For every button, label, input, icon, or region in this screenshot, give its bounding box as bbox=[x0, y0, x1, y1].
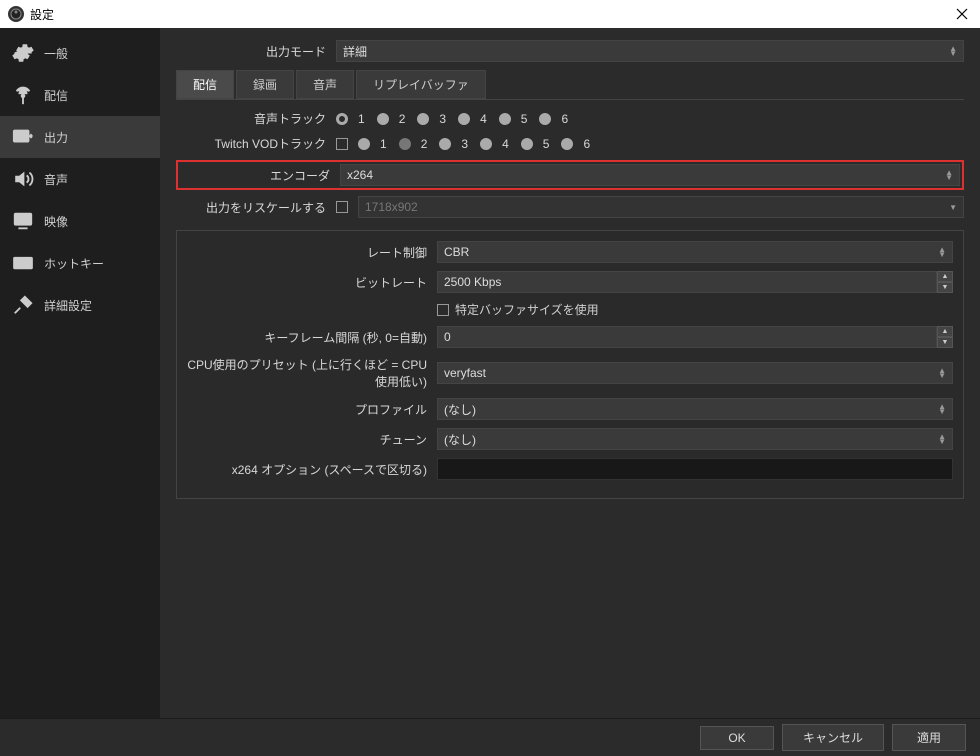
tab-record[interactable]: 録画 bbox=[236, 70, 294, 99]
sidebar-item-label: 詳細設定 bbox=[44, 297, 92, 314]
chevron-updown-icon: ▲▼ bbox=[938, 434, 946, 444]
rate-control-select[interactable]: CBR▲▼ bbox=[437, 241, 953, 263]
chevron-updown-icon: ▲▼ bbox=[945, 170, 953, 180]
titlebar: 設定 bbox=[0, 0, 980, 28]
sidebar-item-video[interactable]: 映像 bbox=[0, 200, 160, 242]
keyframe-up[interactable]: ▲ bbox=[937, 326, 953, 337]
audio-track-2-radio[interactable] bbox=[377, 113, 389, 125]
app-logo-icon bbox=[8, 6, 24, 22]
tune-label: チューン bbox=[187, 431, 437, 448]
sidebar-item-label: 出力 bbox=[44, 129, 68, 146]
bitrate-input[interactable]: 2500 Kbps ▲▼ bbox=[437, 271, 953, 293]
encoder-highlight: エンコーダ x264 ▲▼ bbox=[176, 160, 964, 190]
profile-select[interactable]: (なし)▲▼ bbox=[437, 398, 953, 420]
sidebar-item-label: ホットキー bbox=[44, 255, 104, 272]
sidebar-item-audio[interactable]: 音声 bbox=[0, 158, 160, 200]
rescale-checkbox[interactable] bbox=[336, 201, 348, 213]
keyframe-down[interactable]: ▼ bbox=[937, 337, 953, 348]
tab-replay[interactable]: リプレイバッファ bbox=[356, 70, 486, 99]
sidebar-item-general[interactable]: 一般 bbox=[0, 32, 160, 74]
vod-track-checkbox[interactable] bbox=[336, 138, 348, 150]
sidebar-item-output[interactable]: 出力 bbox=[0, 116, 160, 158]
apply-button[interactable]: 適用 bbox=[892, 724, 966, 751]
audio-track-6-radio[interactable] bbox=[539, 113, 551, 125]
rate-control-label: レート制御 bbox=[187, 244, 437, 261]
chevron-updown-icon: ▲▼ bbox=[949, 46, 957, 56]
sidebar-item-label: 配信 bbox=[44, 87, 68, 104]
output-tabs: 配信 録画 音声 リプレイバッファ bbox=[176, 70, 964, 100]
cancel-button[interactable]: キャンセル bbox=[782, 724, 884, 751]
footer: OK キャンセル 適用 bbox=[0, 718, 980, 756]
cpu-preset-select[interactable]: veryfast▲▼ bbox=[437, 362, 953, 384]
rescale-label: 出力をリスケールする bbox=[176, 199, 336, 216]
chevron-updown-icon: ▲▼ bbox=[938, 404, 946, 414]
antenna-icon bbox=[12, 84, 34, 106]
gear-icon bbox=[12, 42, 34, 64]
sidebar-item-label: 映像 bbox=[44, 213, 68, 230]
sidebar-item-stream[interactable]: 配信 bbox=[0, 74, 160, 116]
buffer-size-checkbox[interactable] bbox=[437, 304, 449, 316]
audio-track-1-radio[interactable] bbox=[336, 113, 348, 125]
x264-opts-label: x264 オプション (スペースで区切る) bbox=[187, 461, 437, 478]
bitrate-up[interactable]: ▲ bbox=[937, 271, 953, 282]
keyboard-icon bbox=[12, 252, 34, 274]
encoder-settings-panel: レート制御 CBR▲▼ ビットレート 2500 Kbps ▲▼ 特定バッファサイ… bbox=[176, 230, 964, 499]
bitrate-down[interactable]: ▼ bbox=[937, 282, 953, 293]
vod-track-2-radio[interactable] bbox=[399, 138, 411, 150]
vod-track-5-radio[interactable] bbox=[521, 138, 533, 150]
vod-track-3-radio[interactable] bbox=[439, 138, 451, 150]
output-icon bbox=[12, 126, 34, 148]
sidebar: 一般 配信 出力 音声 映像 ホットキー 詳細設定 bbox=[0, 28, 160, 718]
vod-track-label: Twitch VODトラック bbox=[176, 135, 336, 152]
audio-track-5-radio[interactable] bbox=[499, 113, 511, 125]
chevron-updown-icon: ▲▼ bbox=[938, 368, 946, 378]
x264-opts-input[interactable] bbox=[437, 458, 953, 480]
ok-button[interactable]: OK bbox=[700, 726, 774, 750]
buffer-size-label: 特定バッファサイズを使用 bbox=[455, 301, 599, 318]
audio-track-3-radio[interactable] bbox=[417, 113, 429, 125]
sidebar-item-advanced[interactable]: 詳細設定 bbox=[0, 284, 160, 326]
vod-track-1-radio[interactable] bbox=[358, 138, 370, 150]
sidebar-item-label: 一般 bbox=[44, 45, 68, 62]
tab-audio[interactable]: 音声 bbox=[296, 70, 354, 99]
window-title: 設定 bbox=[30, 6, 54, 23]
chevron-updown-icon: ▲▼ bbox=[938, 247, 946, 257]
encoder-label: エンコーダ bbox=[180, 167, 340, 184]
chevron-down-icon: ▼ bbox=[949, 205, 957, 210]
audio-track-4-radio[interactable] bbox=[458, 113, 470, 125]
vod-track-6-radio[interactable] bbox=[561, 138, 573, 150]
keyframe-input[interactable]: 0 ▲▼ bbox=[437, 326, 953, 348]
output-mode-select[interactable]: 詳細 ▲▼ bbox=[336, 40, 964, 62]
main-panel: 出力モード 詳細 ▲▼ 配信 録画 音声 リプレイバッファ 音声トラック 1 2… bbox=[160, 28, 980, 718]
close-button[interactable] bbox=[952, 4, 972, 24]
tab-stream[interactable]: 配信 bbox=[176, 70, 234, 99]
keyframe-label: キーフレーム間隔 (秒, 0=自動) bbox=[187, 329, 437, 346]
monitor-icon bbox=[12, 210, 34, 232]
cpu-preset-label: CPU使用のプリセット (上に行くほど = CPU使用低い) bbox=[187, 356, 437, 390]
encoder-select[interactable]: x264 ▲▼ bbox=[340, 164, 960, 186]
speaker-icon bbox=[12, 168, 34, 190]
sidebar-item-hotkeys[interactable]: ホットキー bbox=[0, 242, 160, 284]
bitrate-label: ビットレート bbox=[187, 274, 437, 291]
vod-track-4-radio[interactable] bbox=[480, 138, 492, 150]
tune-select[interactable]: (なし)▲▼ bbox=[437, 428, 953, 450]
audio-track-label: 音声トラック bbox=[176, 110, 336, 127]
sidebar-item-label: 音声 bbox=[44, 171, 68, 188]
profile-label: プロファイル bbox=[187, 401, 437, 418]
output-mode-label: 出力モード bbox=[176, 43, 336, 60]
tools-icon bbox=[12, 294, 34, 316]
rescale-select[interactable]: 1718x902 ▼ bbox=[358, 196, 964, 218]
